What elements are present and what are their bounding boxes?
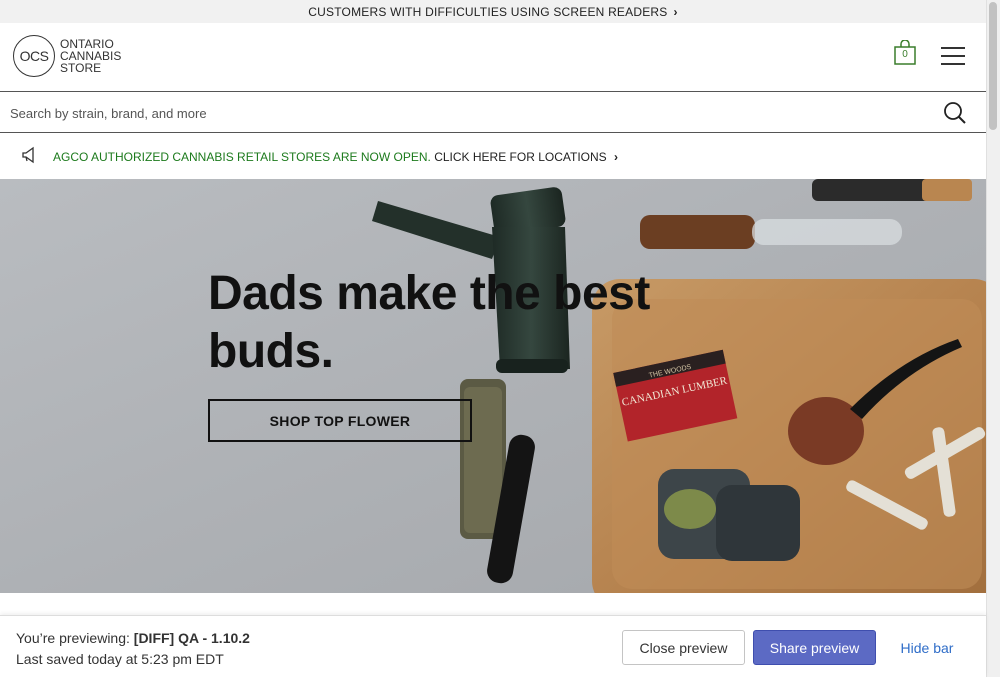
search-bar xyxy=(0,92,986,133)
cart-button[interactable]: 0 xyxy=(894,39,916,66)
notice-green-text: AGCO AUTHORIZED CANNABIS RETAIL STORES A… xyxy=(53,150,431,164)
search-icon[interactable] xyxy=(943,101,967,125)
share-preview-button[interactable]: Share preview xyxy=(753,630,876,665)
close-preview-button[interactable]: Close preview xyxy=(622,630,745,665)
logo-mark-text: OCS xyxy=(19,48,49,64)
hero-banner[interactable]: THE WOODS CANADIAN LUMBER Dads make the … xyxy=(0,179,986,593)
notice-message[interactable]: AGCO AUTHORIZED CANNABIS RETAIL STORES A… xyxy=(53,150,618,164)
chevron-right-icon: › xyxy=(673,4,678,19)
last-saved-text: Last saved today at 5:23 pm EDT xyxy=(16,651,224,667)
screen-reader-help-bar[interactable]: CUSTOMERS WITH DIFFICULTIES USING SCREEN… xyxy=(0,0,986,23)
hero-product-image: THE WOODS CANADIAN LUMBER xyxy=(0,179,986,593)
logo-line-3: STORE xyxy=(60,61,102,75)
shop-top-flower-button[interactable]: SHOP TOP FLOWER xyxy=(208,399,472,442)
megaphone-icon xyxy=(22,146,34,164)
site-header: OCS ONTARIO CANNABIS STORE 0 xyxy=(0,23,986,92)
hero-headline: Dads make the best buds. xyxy=(208,265,650,381)
search-input[interactable] xyxy=(8,100,912,126)
previewing-prefix: You’re previewing: xyxy=(16,630,130,646)
store-locations-notice[interactable]: AGCO AUTHORIZED CANNABIS RETAIL STORES A… xyxy=(0,133,986,179)
main-menu-button[interactable] xyxy=(941,47,965,65)
ocs-logo-mark[interactable]: OCS xyxy=(13,35,55,77)
hero-headline-line-2: buds. xyxy=(208,325,334,378)
screen-reader-help-link[interactable]: CUSTOMERS WITH DIFFICULTIES USING SCREEN… xyxy=(308,5,667,19)
logo-wordmark[interactable]: ONTARIO CANNABIS STORE xyxy=(60,38,121,74)
locations-link[interactable]: CLICK HERE FOR LOCATIONS xyxy=(434,150,606,164)
hero-headline-line-1: Dads make the best xyxy=(208,267,650,320)
hide-bar-button[interactable]: Hide bar xyxy=(890,630,964,665)
theme-preview-bar: You’re previewing: [DIFF] QA - 1.10.2 La… xyxy=(0,615,986,678)
theme-name: [DIFF] QA - 1.10.2 xyxy=(133,630,250,646)
scrollbar-thumb[interactable] xyxy=(989,2,997,130)
cart-count: 0 xyxy=(902,49,908,60)
chevron-right-icon: › xyxy=(614,150,619,164)
previewing-theme-text: You’re previewing: [DIFF] QA - 1.10.2 xyxy=(16,630,250,646)
